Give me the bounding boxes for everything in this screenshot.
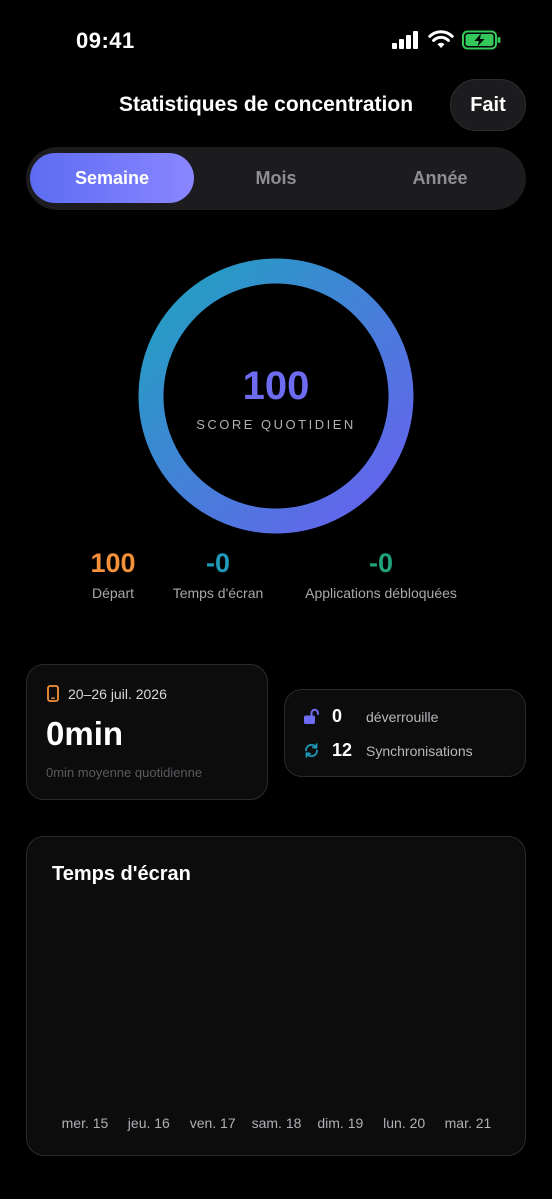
unlocks-row: 0 déverrouille xyxy=(303,706,438,727)
x-tick-label: mar. 21 xyxy=(444,1115,492,1131)
week-date-range: 20–26 juil. 2026 xyxy=(68,685,167,702)
x-tick-label: mer. 15 xyxy=(61,1115,109,1131)
week-total-time: 0min xyxy=(46,715,124,752)
segment-month[interactable]: Mois xyxy=(194,153,358,203)
wifi-icon xyxy=(428,30,454,48)
unlock-icon xyxy=(304,708,319,724)
done-button[interactable]: Fait xyxy=(450,79,526,131)
x-tick-label: lun. 20 xyxy=(383,1115,426,1131)
chart-title: Temps d'écran xyxy=(52,863,191,885)
status-time: 09:41 xyxy=(76,28,135,53)
battery-charging-icon xyxy=(462,30,501,50)
stat-screen-time: -0 Temps d'écran xyxy=(158,548,278,601)
x-tick-label: ven. 17 xyxy=(189,1115,236,1131)
next-section-peek: ▁ ▁▁▁ ▁ xyxy=(60,1188,122,1199)
sync-icon xyxy=(305,743,318,758)
period-segmented-control: Semaine Mois Année xyxy=(26,147,526,210)
x-tick-label: dim. 19 xyxy=(317,1115,364,1131)
x-tick-label: sam. 18 xyxy=(251,1115,302,1131)
stat-unlocked-apps-value: -0 xyxy=(368,548,393,578)
unlocks-count: 0 xyxy=(332,706,343,726)
counts-card: 0 déverrouille 12 Synchronisations xyxy=(284,689,526,777)
syncs-count: 12 xyxy=(332,740,353,760)
stat-start: 100 Départ xyxy=(72,548,154,601)
cellular-signal-icon xyxy=(392,31,418,49)
stat-screen-time-label: Temps d'écran xyxy=(172,585,264,601)
stat-start-label: Départ xyxy=(91,585,135,601)
status-icons xyxy=(392,30,502,50)
stat-unlocked-apps-label: Applications débloquées xyxy=(305,585,457,601)
week-average: 0min moyenne quotidienne xyxy=(46,765,203,780)
segment-week[interactable]: Semaine xyxy=(30,153,194,203)
syncs-label: Synchronisations xyxy=(366,742,473,759)
x-tick-label: jeu. 16 xyxy=(127,1115,170,1131)
stat-unlocked-apps: -0 Applications débloquées xyxy=(290,548,472,601)
unlocks-label: déverrouille xyxy=(366,708,439,725)
stat-screen-time-value: -0 xyxy=(205,548,230,578)
syncs-row: 12 Synchronisations xyxy=(303,740,473,761)
daily-score-value: 100 xyxy=(242,364,310,408)
screen-time-chart-card: Temps d'écran mer. 15 jeu. 16 ven. 17 sam. … xyxy=(26,836,526,1156)
daily-score-label: SCORE QUOTIDIEN xyxy=(196,417,356,432)
phone-icon xyxy=(47,685,59,702)
segment-year[interactable]: Année xyxy=(358,153,522,203)
week-summary-card: 20–26 juil. 2026 0min 0min moyenne quoti… xyxy=(26,664,268,800)
stat-start-value: 100 xyxy=(90,548,136,578)
